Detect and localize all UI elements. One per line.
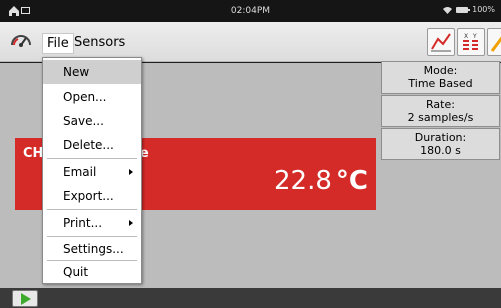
channel-label-left: CH (23, 146, 44, 161)
menu-item-export[interactable]: Export... (43, 184, 141, 208)
table-view-button[interactable]: X Y (457, 28, 485, 56)
graph-icon (431, 33, 451, 52)
reading-unit: °C (335, 166, 368, 196)
menu-item-new[interactable]: New (43, 60, 141, 84)
mode-panel[interactable]: Mode: Time Based (381, 61, 500, 94)
duration-panel[interactable]: Duration: 180.0 s (381, 128, 500, 160)
rate-label: Rate: (426, 98, 455, 111)
menu-item-open[interactable]: Open... (43, 85, 141, 109)
menu-separator (47, 158, 137, 159)
duration-label: Duration: (414, 131, 467, 144)
annotate-button[interactable] (487, 28, 501, 56)
mode-label: Mode: (423, 64, 458, 77)
annotate-icon (490, 36, 501, 52)
svg-text:X: X (464, 33, 468, 40)
file-dropdown-menu: New Open... Save... Delete... Email Expo… (42, 57, 142, 284)
play-icon (21, 293, 31, 305)
mode-value: Time Based (408, 77, 473, 90)
submenu-arrow-icon (129, 169, 133, 175)
table-icon: X Y (463, 33, 478, 50)
rate-value: 2 samples/s (407, 111, 474, 124)
duration-value: 180.0 s (420, 144, 461, 157)
sensors-menu[interactable]: Sensors (70, 33, 129, 52)
collect-button[interactable] (12, 290, 38, 307)
menu-item-delete[interactable]: Delete... (43, 133, 141, 157)
bottom-bar (0, 288, 501, 308)
rate-panel[interactable]: Rate: 2 samples/s (381, 95, 500, 127)
clock: 02:04PM (230, 6, 271, 16)
status-right-icons: 100% (443, 5, 495, 14)
wifi-icon (443, 6, 453, 14)
battery-icon (456, 6, 471, 13)
email-label: Email (63, 165, 97, 179)
menu-item-settings[interactable]: Settings... (43, 237, 141, 261)
svg-text:Y: Y (472, 33, 477, 40)
file-menu[interactable]: File (42, 33, 74, 54)
graph-view-button[interactable] (427, 28, 455, 56)
battery-percent: 100% (472, 5, 495, 14)
reading-number: 22.8 (274, 166, 332, 196)
menu-item-save[interactable]: Save... (43, 109, 141, 133)
reading-value: 22.8 °C (274, 166, 368, 196)
status-bar: 02:04PM 100% (0, 0, 501, 22)
menu-item-email[interactable]: Email (43, 160, 141, 184)
menu-separator (47, 209, 137, 210)
print-label: Print... (63, 216, 103, 230)
menu-item-print[interactable]: Print... (43, 211, 141, 235)
submenu-arrow-icon (129, 220, 133, 226)
menu-item-quit[interactable]: Quit (43, 260, 141, 284)
gauge-icon[interactable] (10, 31, 32, 53)
menu-bar: File Sensors X Y (0, 22, 501, 62)
